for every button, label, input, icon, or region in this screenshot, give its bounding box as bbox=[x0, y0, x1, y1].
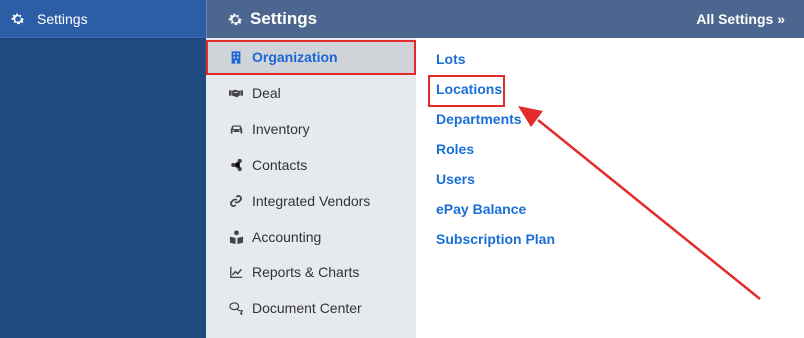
chart-line-icon bbox=[228, 264, 244, 280]
book-reader-icon bbox=[228, 229, 244, 245]
all-settings-link[interactable]: All Settings » bbox=[696, 11, 804, 27]
category-accounting[interactable]: Accounting bbox=[206, 220, 416, 254]
category-organization[interactable]: Organization bbox=[206, 40, 416, 75]
link-icon bbox=[228, 193, 244, 209]
link-subscription-plan[interactable]: Subscription Plan bbox=[436, 231, 555, 247]
category-label: Reports & Charts bbox=[252, 264, 360, 280]
link-lots[interactable]: Lots bbox=[436, 51, 466, 67]
category-integrated-vendors[interactable]: Integrated Vendors bbox=[206, 184, 416, 218]
organization-sublinks: Lots Locations Departments Roles Users e… bbox=[416, 38, 804, 338]
category-label: Accounting bbox=[252, 229, 322, 245]
settings-header: Settings All Settings » bbox=[206, 0, 804, 38]
share-icon bbox=[228, 157, 244, 173]
category-label: Contacts bbox=[252, 157, 308, 173]
building-icon bbox=[228, 49, 244, 65]
link-users[interactable]: Users bbox=[436, 171, 475, 187]
handshake-icon bbox=[228, 85, 244, 101]
sidebar-settings-label: Settings bbox=[37, 10, 88, 27]
link-roles[interactable]: Roles bbox=[436, 141, 474, 157]
page-title-text: Settings bbox=[250, 9, 318, 28]
page-title: Settings bbox=[207, 9, 317, 29]
category-label: Integrated Vendors bbox=[252, 193, 371, 209]
car-icon bbox=[228, 121, 244, 137]
category-document-center[interactable]: Document Center bbox=[206, 291, 416, 325]
category-reports-charts[interactable]: Reports & Charts bbox=[206, 255, 416, 289]
comments-icon bbox=[228, 300, 244, 316]
category-inventory[interactable]: Inventory bbox=[206, 112, 416, 146]
link-locations[interactable]: Locations bbox=[436, 81, 502, 97]
category-label: Inventory bbox=[252, 121, 310, 137]
link-epay-balance[interactable]: ePay Balance bbox=[436, 201, 526, 217]
category-deal[interactable]: Deal bbox=[206, 76, 416, 110]
category-label: Organization bbox=[252, 49, 338, 65]
settings-category-menu: Organization Deal Inventory Contacts Int… bbox=[206, 38, 416, 338]
gear-icon bbox=[10, 11, 26, 27]
category-label: Deal bbox=[252, 85, 281, 101]
category-contacts[interactable]: Contacts bbox=[206, 148, 416, 182]
category-label: Document Center bbox=[252, 300, 362, 316]
sidebar-settings-item[interactable]: Settings bbox=[0, 0, 206, 38]
gear-icon bbox=[227, 11, 244, 28]
app-sidebar: Settings bbox=[0, 0, 206, 338]
link-departments[interactable]: Departments bbox=[436, 111, 522, 127]
